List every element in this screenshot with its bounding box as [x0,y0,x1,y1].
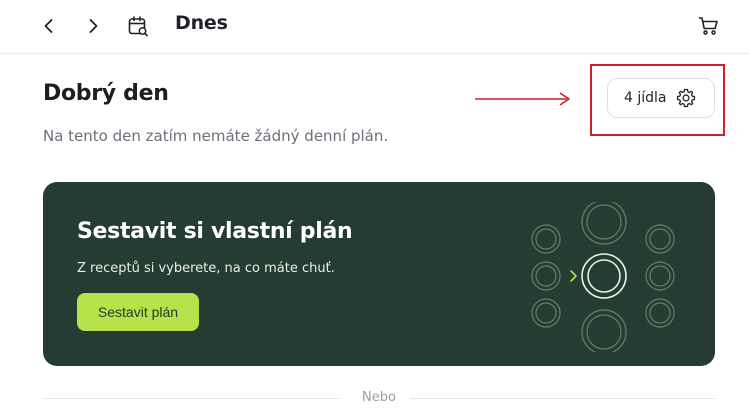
page-title: Dnes [175,12,228,34]
cart-button[interactable] [697,14,721,38]
greeting-heading: Dobrý den [43,81,169,106]
annotation-arrow [475,92,570,106]
meals-settings-button[interactable]: 4 jídla [607,78,715,118]
calendar-button[interactable] [126,14,150,38]
back-button[interactable] [37,14,61,38]
build-plan-button[interactable]: Sestavit plán [77,293,199,331]
build-plan-card: Sestavit si vlastní plán Z receptů si vy… [43,182,715,366]
cart-icon [698,17,718,35]
card-description: Z receptů si vyberete, na co máte chuť. [77,261,335,276]
divider-line-right [410,398,715,399]
plates-illustration [531,202,675,352]
chevron-right-icon [89,19,98,33]
card-title: Sestavit si vlastní plán [77,219,353,244]
gear-icon [676,88,695,108]
meals-count-label: 4 jídla [624,90,667,106]
calendar-search-icon [128,16,148,37]
or-divider: Nebo [43,389,715,409]
forward-button[interactable] [81,14,105,38]
empty-plan-message: Na tento den zatím nemáte žádný denní pl… [43,127,389,145]
top-bar: Dnes [0,0,749,54]
chevron-left-icon [44,19,53,33]
